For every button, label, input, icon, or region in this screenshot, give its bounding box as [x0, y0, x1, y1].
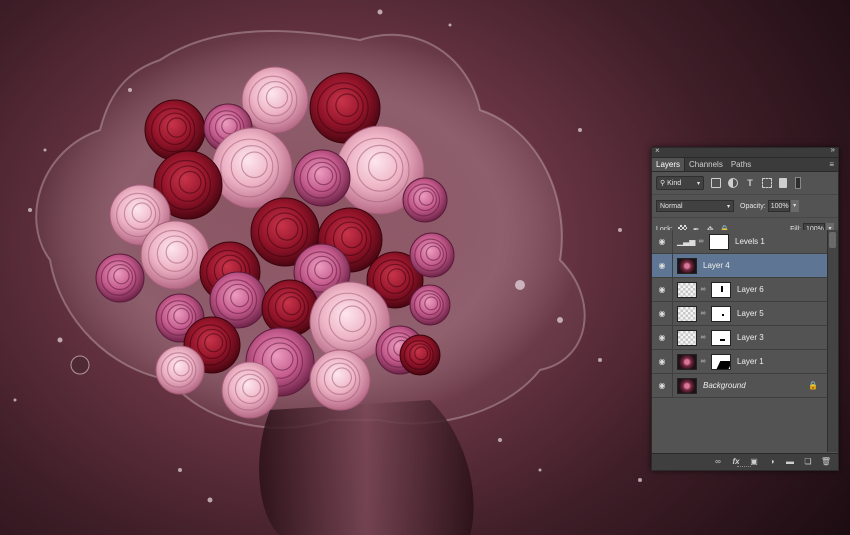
layer-thumbnail[interactable]: [677, 353, 697, 370]
layer-1[interactable]: ◉ ∞ Layer 1: [652, 350, 828, 374]
rose: [399, 334, 441, 376]
layers-panel: × » Layers Channels Paths ≡ ⚲ Kind ▾ T N…: [651, 145, 839, 471]
panel-footer: ∞ fx ▣ ◑ ▬ ❏ 🗑: [652, 453, 838, 470]
layer-name: Layer 5: [737, 309, 764, 318]
filter-shape-icon[interactable]: [762, 178, 772, 188]
layer-3[interactable]: ◉ ∞ Layer 3: [652, 326, 828, 350]
blend-mode-select[interactable]: Normal ▾: [656, 200, 734, 212]
panel-tabs: Layers Channels Paths ≡: [652, 158, 838, 172]
chain-link-icon[interactable]: ∞: [699, 358, 707, 365]
filter-pixel-icon[interactable]: [711, 178, 721, 188]
resize-grip[interactable]: [737, 466, 751, 469]
chain-link-icon[interactable]: ∞: [697, 238, 705, 245]
eye-icon[interactable]: ◉: [655, 333, 669, 342]
layer-name: Layer 3: [737, 333, 764, 342]
layer-levels-1[interactable]: ◉ ▁▃▅ ∞ Levels 1: [652, 230, 828, 254]
collapse-icon[interactable]: »: [831, 145, 836, 154]
layer-list: ◉ ▁▃▅ ∞ Levels 1 ◉ Layer 4 ◉ ∞ Layer 6 ◉…: [652, 230, 828, 452]
rose: [309, 349, 371, 411]
tab-layers[interactable]: Layers: [652, 158, 686, 171]
layer-mask-thumbnail[interactable]: [711, 353, 731, 370]
eye-icon[interactable]: ◉: [655, 237, 669, 246]
panel-menu-icon[interactable]: ≡: [829, 158, 834, 171]
eye-icon[interactable]: ◉: [655, 381, 669, 390]
close-icon[interactable]: ×: [655, 146, 660, 155]
tab-channels[interactable]: Channels: [685, 158, 727, 171]
filter-type-icon[interactable]: T: [745, 178, 755, 188]
rose: [293, 149, 351, 207]
blend-row: Normal ▾ Opacity: 100% ▾: [652, 195, 838, 218]
scrollbar-thumb[interactable]: [829, 232, 836, 248]
layer-5[interactable]: ◉ ∞ Layer 5: [652, 302, 828, 326]
rose: [221, 361, 279, 419]
lock-icon: 🔒: [808, 381, 818, 390]
opacity-input[interactable]: 100%: [767, 200, 790, 212]
adjustment-icon[interactable]: ◑: [766, 457, 778, 467]
layer-name: Background: [703, 381, 746, 390]
filter-toggle[interactable]: [795, 177, 801, 189]
layer-thumbnail[interactable]: [677, 281, 697, 298]
new-layer-icon[interactable]: ❏: [802, 457, 814, 467]
rose: [409, 232, 455, 278]
layer-mask-thumbnail[interactable]: [711, 281, 731, 298]
chain-link-icon[interactable]: ∞: [699, 310, 707, 317]
layer-6[interactable]: ◉ ∞ Layer 6: [652, 278, 828, 302]
filter-smart-object-icon[interactable]: [779, 178, 787, 188]
layer-4[interactable]: ◉ Layer 4: [652, 254, 828, 278]
opacity-label: Opacity:: [740, 202, 766, 210]
levels-adjustment-icon: ▁▃▅: [677, 236, 696, 246]
layer-mask-thumbnail[interactable]: [711, 329, 731, 346]
layer-name: Layer 1: [737, 357, 764, 366]
layer-list-scrollbar[interactable]: [827, 230, 838, 452]
trash-icon[interactable]: 🗑: [820, 457, 832, 467]
chevron-down-icon: ▾: [726, 203, 730, 210]
filter-adjustment-icon[interactable]: [728, 178, 738, 188]
layer-name: Levels 1: [735, 237, 765, 246]
tab-paths[interactable]: Paths: [727, 158, 755, 171]
eye-icon[interactable]: ◉: [655, 285, 669, 294]
chevron-down-icon: ▾: [696, 180, 700, 187]
rose: [144, 99, 206, 161]
chain-link-icon[interactable]: ∞: [699, 334, 707, 341]
rose: [155, 345, 205, 395]
layer-name: Layer 6: [737, 285, 764, 294]
eye-icon[interactable]: ◉: [655, 357, 669, 366]
layer-thumbnail[interactable]: [677, 257, 697, 274]
layer-thumbnail[interactable]: [677, 305, 697, 322]
layer-mask-thumbnail[interactable]: [709, 233, 729, 250]
rose: [409, 284, 451, 326]
rose: [261, 279, 319, 337]
link-icon[interactable]: ∞: [712, 457, 724, 467]
filter-kind-select[interactable]: ⚲ Kind ▾: [656, 176, 704, 190]
layer-thumbnail[interactable]: [677, 377, 697, 394]
eye-icon[interactable]: ◉: [655, 261, 669, 270]
rose: [211, 127, 293, 209]
rose: [95, 253, 145, 303]
layer-name: Layer 4: [703, 261, 730, 270]
layer-mask-thumbnail[interactable]: [711, 305, 731, 322]
filter-row: ⚲ Kind ▾ T: [652, 172, 838, 195]
panel-titlebar: × »: [652, 145, 838, 158]
eye-icon[interactable]: ◉: [655, 309, 669, 318]
layer-background[interactable]: ◉ Background 🔒: [652, 374, 828, 398]
search-icon: ⚲: [660, 180, 666, 187]
layer-thumbnail[interactable]: [677, 329, 697, 346]
opacity-dropdown-button[interactable]: ▾: [790, 200, 799, 212]
folder-icon[interactable]: ▬: [784, 457, 796, 467]
rose: [402, 177, 448, 223]
chain-link-icon[interactable]: ∞: [699, 286, 707, 293]
rose: [140, 220, 210, 290]
